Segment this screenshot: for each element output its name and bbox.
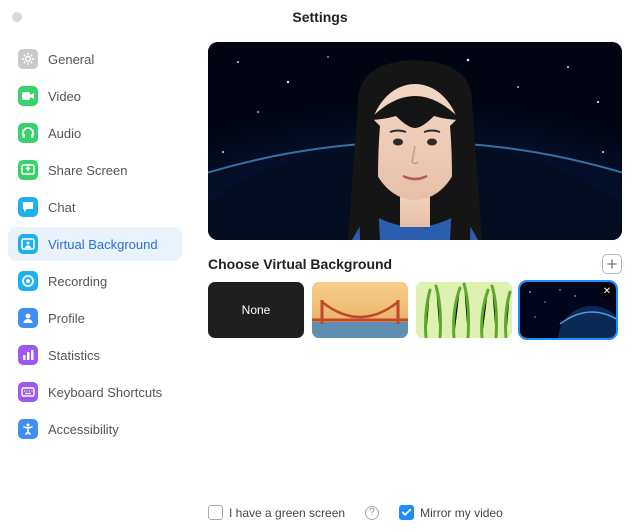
green-screen-label: I have a green screen: [229, 506, 345, 520]
sidebar-item-accessibility[interactable]: Accessibility: [8, 412, 182, 446]
sidebar-item-label: Statistics: [48, 348, 100, 363]
video-preview: [208, 42, 622, 240]
sidebar-item-label: Share Screen: [48, 163, 128, 178]
share-screen-icon: [18, 160, 38, 180]
sidebar-item-label: Chat: [48, 200, 75, 215]
green-screen-help-icon[interactable]: ?: [365, 506, 379, 520]
bg-thumb-none[interactable]: None: [208, 282, 304, 338]
sidebar-item-label: Profile: [48, 311, 85, 326]
virtual-bg-icon: [18, 234, 38, 254]
video-icon: [18, 86, 38, 106]
sidebar: General Video Audio Share Screen Chat Virtual…: [0, 34, 190, 532]
accessibility-icon: [18, 419, 38, 439]
section-title: Choose Virtual Background: [208, 256, 392, 272]
main-panel: Choose Virtual Background None ✕ I have a…: [190, 34, 640, 532]
sidebar-item-statistics[interactable]: Statistics: [8, 338, 182, 372]
chat-icon: [18, 197, 38, 217]
sidebar-item-recording[interactable]: Recording: [8, 264, 182, 298]
headphones-icon: [18, 123, 38, 143]
bg-thumb-grass[interactable]: [416, 282, 512, 338]
sidebar-item-label: Keyboard Shortcuts: [48, 385, 162, 400]
keyboard-icon: [18, 382, 38, 402]
bg-thumb-space[interactable]: ✕: [520, 282, 616, 338]
sidebar-item-share-screen[interactable]: Share Screen: [8, 153, 182, 187]
sidebar-item-profile[interactable]: Profile: [8, 301, 182, 335]
footer-options: I have a green screen ? Mirror my video: [208, 493, 622, 520]
sidebar-item-label: Accessibility: [48, 422, 119, 437]
statistics-icon: [18, 345, 38, 365]
sidebar-item-audio[interactable]: Audio: [8, 116, 182, 150]
sidebar-item-label: Virtual Background: [48, 237, 158, 252]
sidebar-item-keyboard-shortcuts[interactable]: Keyboard Shortcuts: [8, 375, 182, 409]
bg-thumb-none-label: None: [242, 303, 271, 317]
bg-thumb-bridge[interactable]: [312, 282, 408, 338]
titlebar: Settings: [0, 0, 640, 34]
green-screen-checkbox[interactable]: I have a green screen: [208, 505, 345, 520]
sidebar-item-label: Recording: [48, 274, 107, 289]
profile-icon: [18, 308, 38, 328]
window-control-dot: [12, 12, 22, 22]
sidebar-item-label: Video: [48, 89, 81, 104]
window-title: Settings: [292, 9, 347, 25]
sidebar-item-video[interactable]: Video: [8, 79, 182, 113]
sidebar-item-virtual-background[interactable]: Virtual Background: [8, 227, 182, 261]
add-background-button[interactable]: [602, 254, 622, 274]
remove-bg-icon[interactable]: ✕: [600, 284, 614, 298]
mirror-video-checkbox[interactable]: Mirror my video: [399, 505, 503, 520]
background-thumbnails: None ✕: [208, 282, 622, 338]
mirror-video-label: Mirror my video: [420, 506, 503, 520]
gear-icon: [18, 49, 38, 69]
sidebar-item-chat[interactable]: Chat: [8, 190, 182, 224]
sidebar-item-label: Audio: [48, 126, 81, 141]
sidebar-item-label: General: [48, 52, 94, 67]
sidebar-item-general[interactable]: General: [8, 42, 182, 76]
recording-icon: [18, 271, 38, 291]
